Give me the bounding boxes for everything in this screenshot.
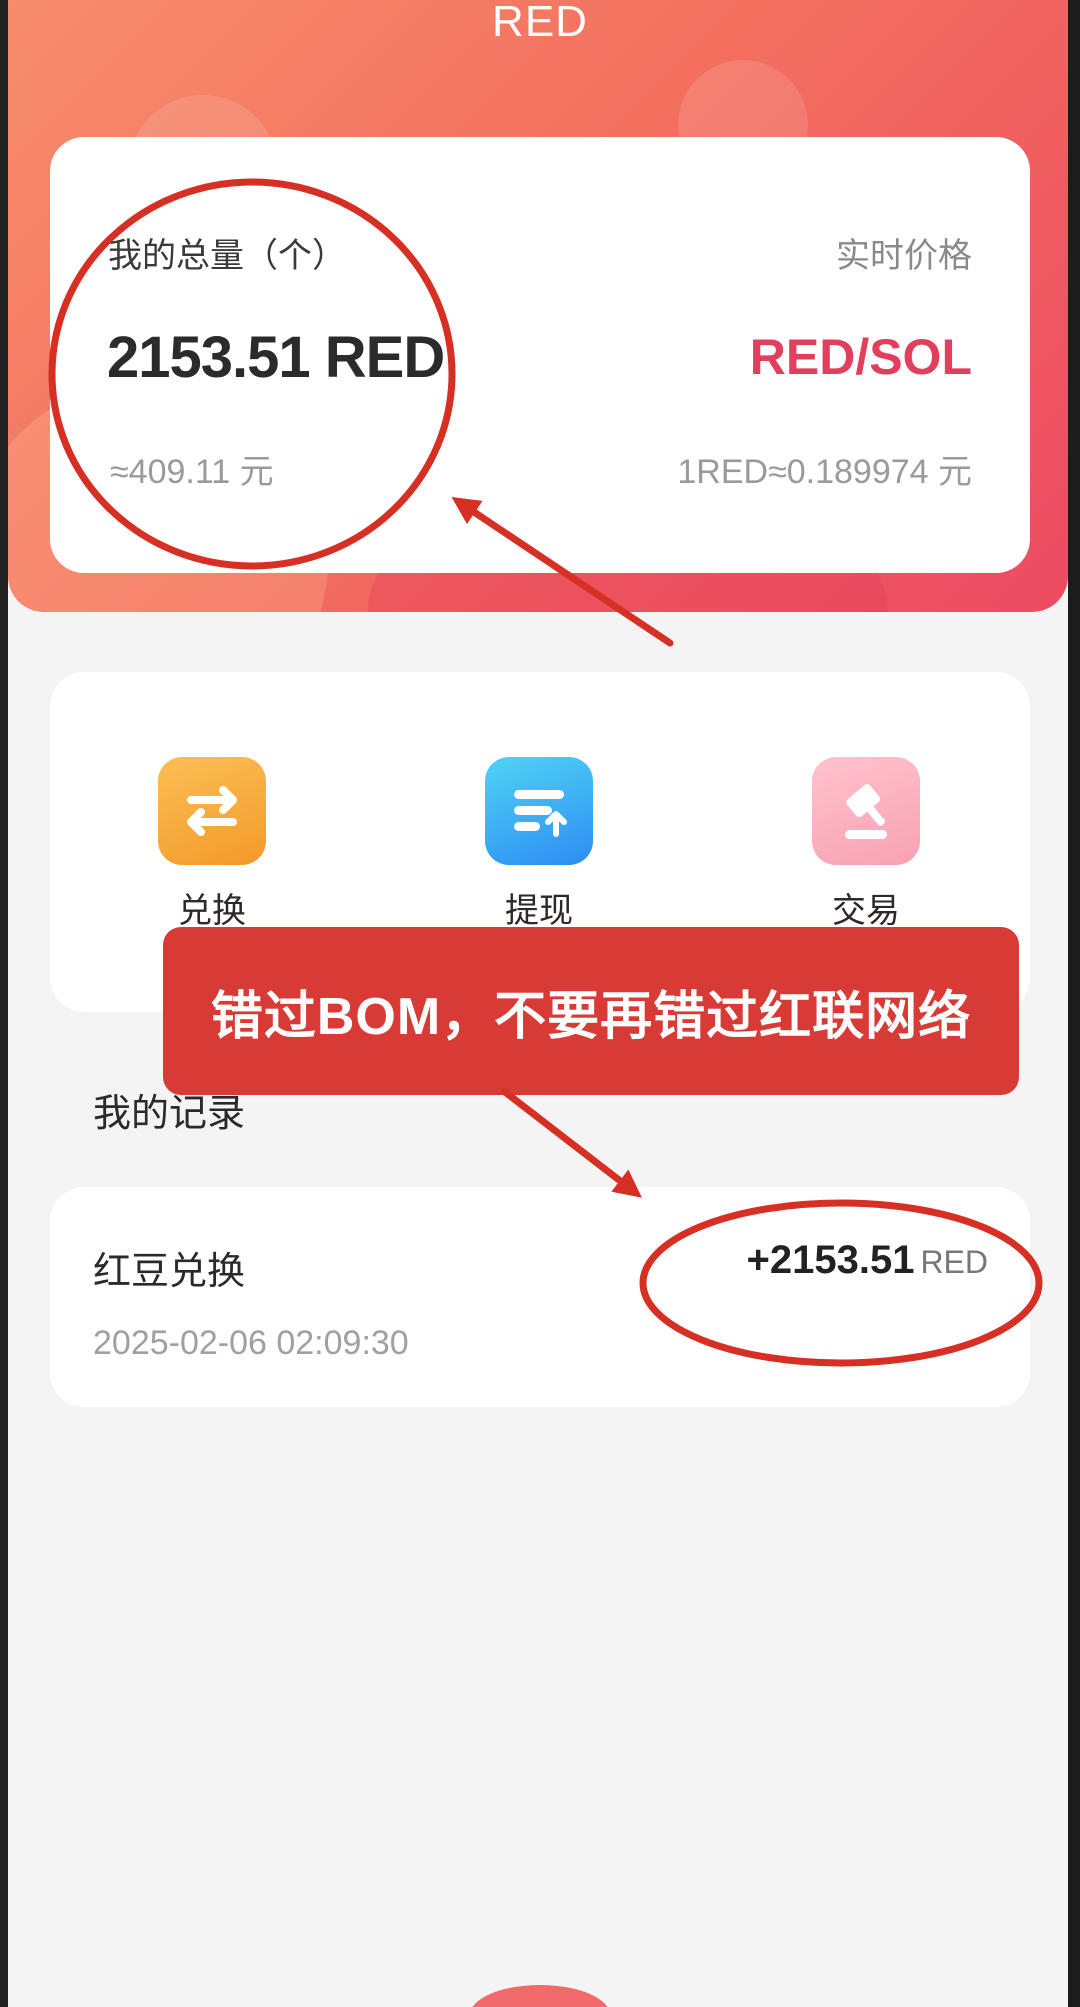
record-amount-unit: RED: [920, 1244, 988, 1280]
unit-price: 1RED≈0.189974 元: [677, 453, 972, 491]
record-amount-value: +2153.51: [746, 1238, 915, 1282]
record-timestamp: 2025-02-06 02:09:30: [93, 1324, 409, 1362]
arrow-to-amount: [501, 1088, 642, 1198]
screen-edge-left: [0, 0, 8, 2007]
record-title: 红豆兑换: [93, 1251, 246, 1293]
trade-button[interactable]: 交易: [786, 757, 946, 932]
promo-banner: 错过BOM，不要再错过红联网络: [163, 927, 1019, 1095]
screen-edge-right: [1068, 0, 1080, 2007]
exchange-button[interactable]: 兑换: [132, 757, 292, 932]
record-amount: +2153.51 RED: [746, 1238, 988, 1283]
total-amount: 2153.51 RED: [107, 325, 445, 390]
approx-value: ≈409.11 元: [110, 453, 274, 491]
total-label: 我的总量（个）: [108, 237, 346, 275]
withdraw-icon: [485, 757, 593, 865]
page-title: RED: [492, 0, 588, 46]
withdraw-label: 提现: [505, 892, 573, 930]
gavel-icon: [812, 757, 920, 865]
price-label: 实时价格: [836, 237, 972, 275]
exchange-label: 兑换: [178, 892, 246, 930]
home-indicator: [470, 1985, 610, 2007]
exchange-icon: [158, 757, 266, 865]
trading-pair[interactable]: RED/SOL: [750, 328, 972, 386]
trade-label: 交易: [832, 892, 900, 930]
withdraw-button[interactable]: 提现: [459, 757, 619, 932]
promo-banner-text: 错过BOM，不要再错过红联网络: [210, 987, 972, 1046]
list-item[interactable]: [50, 1187, 1030, 1407]
